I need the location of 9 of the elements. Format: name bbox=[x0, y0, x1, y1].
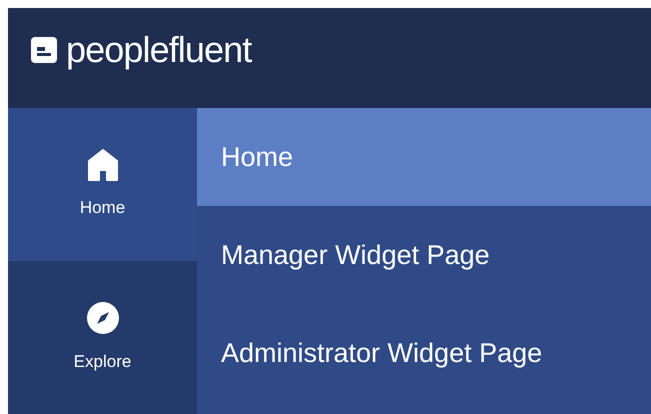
nav-rail-item[interactable]: Explore bbox=[8, 261, 197, 414]
logo-text: peoplefluent bbox=[66, 32, 252, 68]
menu-item[interactable]: Manager Widget Page bbox=[197, 206, 651, 304]
nav-rail-item[interactable]: Home bbox=[8, 108, 197, 261]
menu-item[interactable]: Administrator Widget Page bbox=[197, 304, 651, 402]
compass-icon bbox=[86, 300, 120, 335]
menu-item[interactable]: Home bbox=[197, 108, 651, 206]
logo-icon bbox=[30, 36, 58, 64]
home-icon bbox=[88, 148, 118, 181]
